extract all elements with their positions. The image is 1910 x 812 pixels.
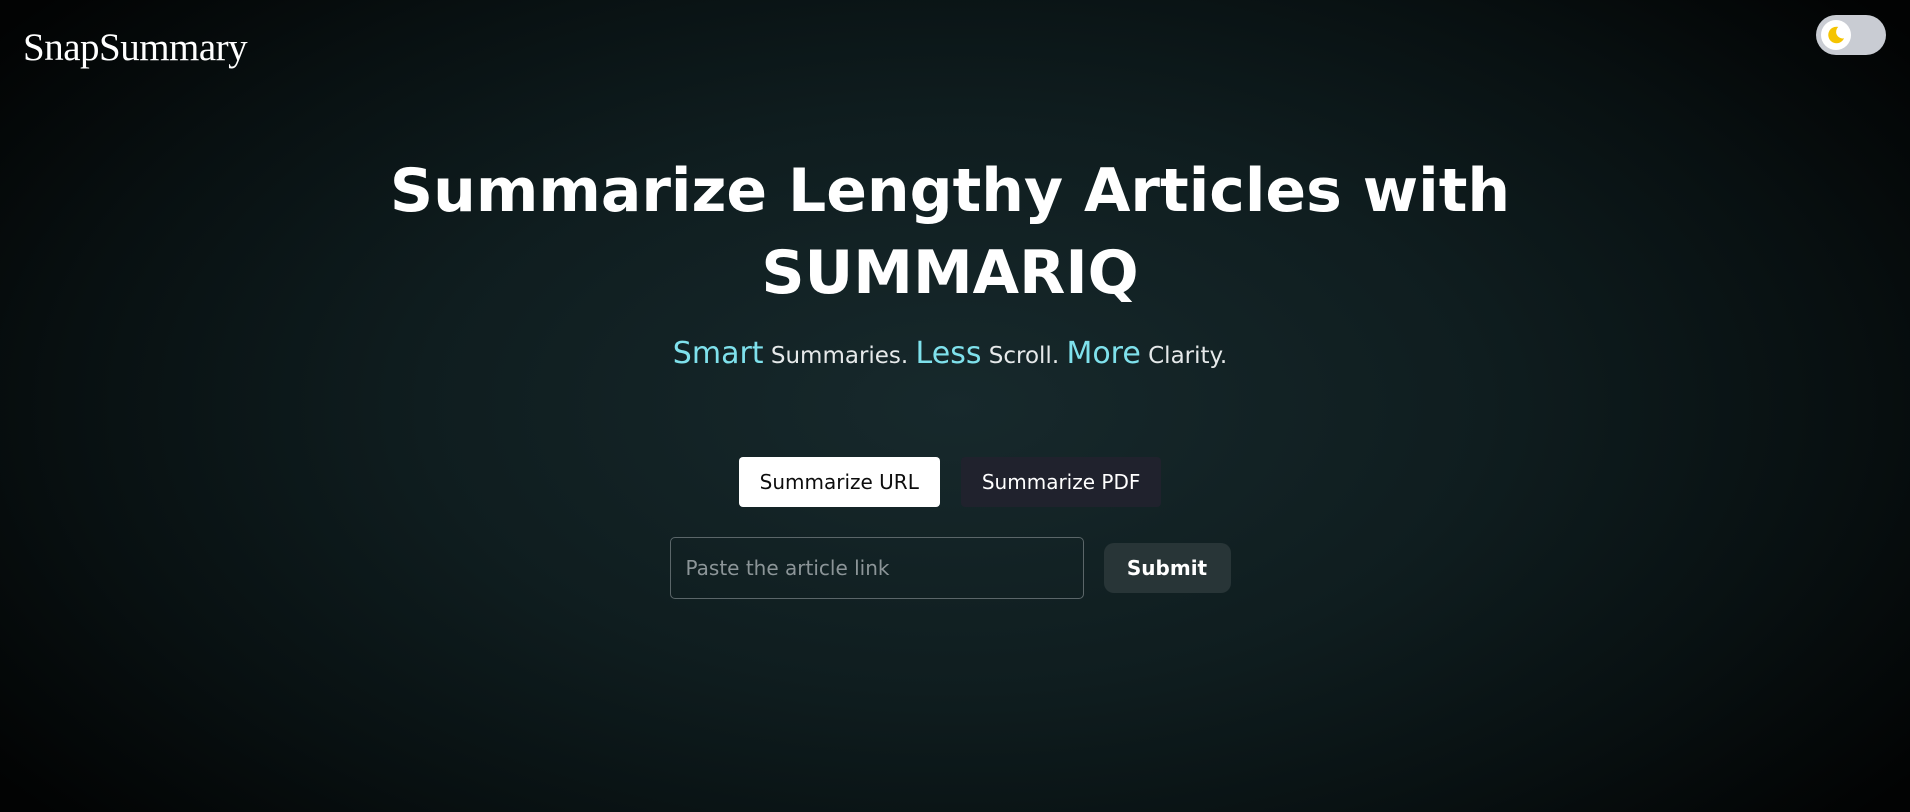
tagline-highlight-less: Less [915, 336, 982, 371]
mode-tabs: Summarize URL Summarize PDF [0, 457, 1900, 507]
tagline-highlight-smart: Smart [672, 336, 764, 371]
hero-title-line-1: Summarize Lengthy Articles with [389, 156, 1511, 226]
tagline-word-scroll: Scroll. [988, 343, 1060, 369]
tagline-word-clarity: Clarity. [1148, 343, 1228, 369]
moon-icon [1828, 26, 1845, 44]
theme-toggle[interactable] [1816, 15, 1886, 55]
toggle-knob [1821, 20, 1851, 50]
tab-summarize-pdf[interactable]: Summarize PDF [960, 457, 1162, 507]
tagline-word-summaries: Summaries. [770, 343, 909, 369]
hero-title: Summarize Lengthy Articles with SUMMARIQ [0, 150, 1900, 314]
article-link-input[interactable] [669, 537, 1084, 599]
hero-title-line-2: SUMMARIQ [761, 238, 1139, 308]
tagline: Smart Summaries. Less Scroll. More Clari… [0, 333, 1900, 377]
submit-button[interactable]: Submit [1103, 543, 1231, 593]
tab-summarize-url[interactable]: Summarize URL [738, 457, 940, 507]
tagline-highlight-more: More [1066, 336, 1141, 371]
url-form: Submit [0, 537, 1900, 599]
brand-logo[interactable]: SnapSummary [23, 22, 248, 74]
